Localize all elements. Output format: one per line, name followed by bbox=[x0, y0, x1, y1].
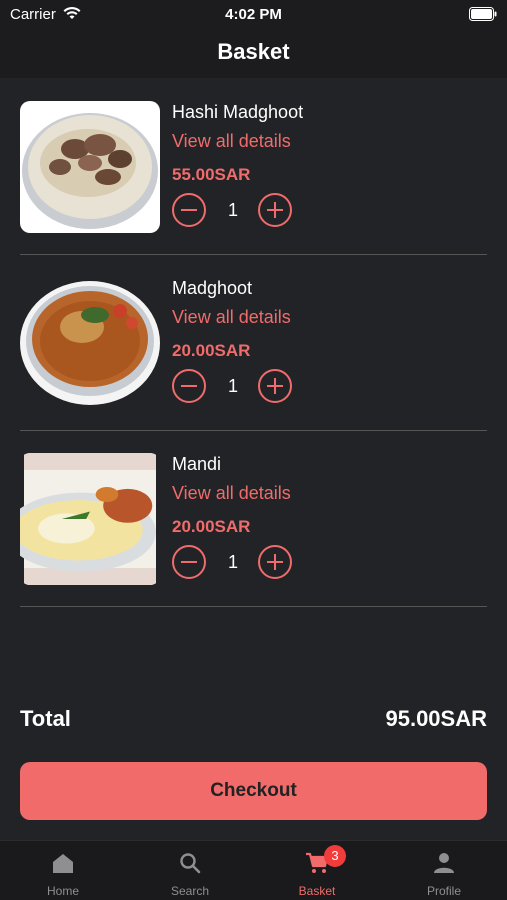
battery-icon bbox=[469, 7, 497, 21]
status-bar: Carrier 4:02 PM bbox=[0, 0, 507, 30]
clock: 4:02 PM bbox=[225, 6, 282, 23]
item-price: 20.00SAR bbox=[172, 341, 251, 360]
view-details-link[interactable]: View all details bbox=[172, 483, 291, 504]
tab-basket[interactable]: 3 Basket bbox=[254, 841, 380, 900]
dish-image bbox=[20, 277, 160, 409]
tab-label: Search bbox=[170, 884, 210, 898]
minus-circle-icon[interactable] bbox=[172, 369, 206, 403]
nav-header: Basket bbox=[0, 30, 507, 78]
item-price: 55.00SAR bbox=[172, 165, 251, 184]
tab-search[interactable]: Search bbox=[127, 841, 253, 900]
view-details-link[interactable]: View all details bbox=[172, 131, 291, 152]
basket-item: Madghoot View all details 20.00SAR 1 bbox=[20, 255, 487, 431]
quantity-value: 1 bbox=[227, 376, 238, 396]
tab-bar: Home Search 3 Basket Profile bbox=[0, 840, 507, 900]
search-icon bbox=[180, 853, 201, 874]
basket-item: Hashi Madghoot View all details 55.00SAR… bbox=[20, 79, 487, 255]
minus-circle-icon[interactable] bbox=[172, 545, 206, 579]
quantity-stepper: 1 bbox=[172, 369, 302, 405]
tab-label: Home bbox=[46, 884, 79, 898]
tab-profile[interactable]: Profile bbox=[381, 841, 507, 900]
dish-image bbox=[20, 453, 156, 585]
plus-circle-icon[interactable] bbox=[258, 545, 292, 579]
quantity-value: 1 bbox=[227, 200, 238, 220]
view-details-link[interactable]: View all details bbox=[172, 307, 291, 328]
item-name: Hashi Madghoot bbox=[172, 102, 304, 122]
item-name: Mandi bbox=[172, 454, 222, 474]
total-value: 95.00SAR bbox=[385, 706, 487, 731]
quantity-stepper: 1 bbox=[172, 545, 302, 581]
total-label: Total bbox=[20, 706, 71, 731]
home-icon bbox=[53, 854, 73, 873]
item-name: Madghoot bbox=[172, 278, 253, 298]
tab-home[interactable]: Home bbox=[0, 841, 126, 900]
basket-item: Mandi View all details 20.00SAR 1 bbox=[20, 431, 487, 607]
quantity-stepper: 1 bbox=[172, 193, 302, 229]
tab-label: Profile bbox=[426, 884, 461, 898]
tab-label: Basket bbox=[298, 884, 336, 898]
quantity-value: 1 bbox=[227, 552, 238, 572]
cart-count-badge: 3 bbox=[324, 845, 346, 867]
plus-circle-icon[interactable] bbox=[258, 193, 292, 227]
item-price: 20.00SAR bbox=[172, 517, 251, 536]
minus-circle-icon[interactable] bbox=[172, 193, 206, 227]
person-icon bbox=[434, 853, 454, 873]
checkout-button[interactable]: Checkout bbox=[20, 762, 487, 820]
page-title: Basket bbox=[217, 39, 290, 64]
plus-circle-icon[interactable] bbox=[258, 369, 292, 403]
dish-image bbox=[20, 101, 160, 233]
